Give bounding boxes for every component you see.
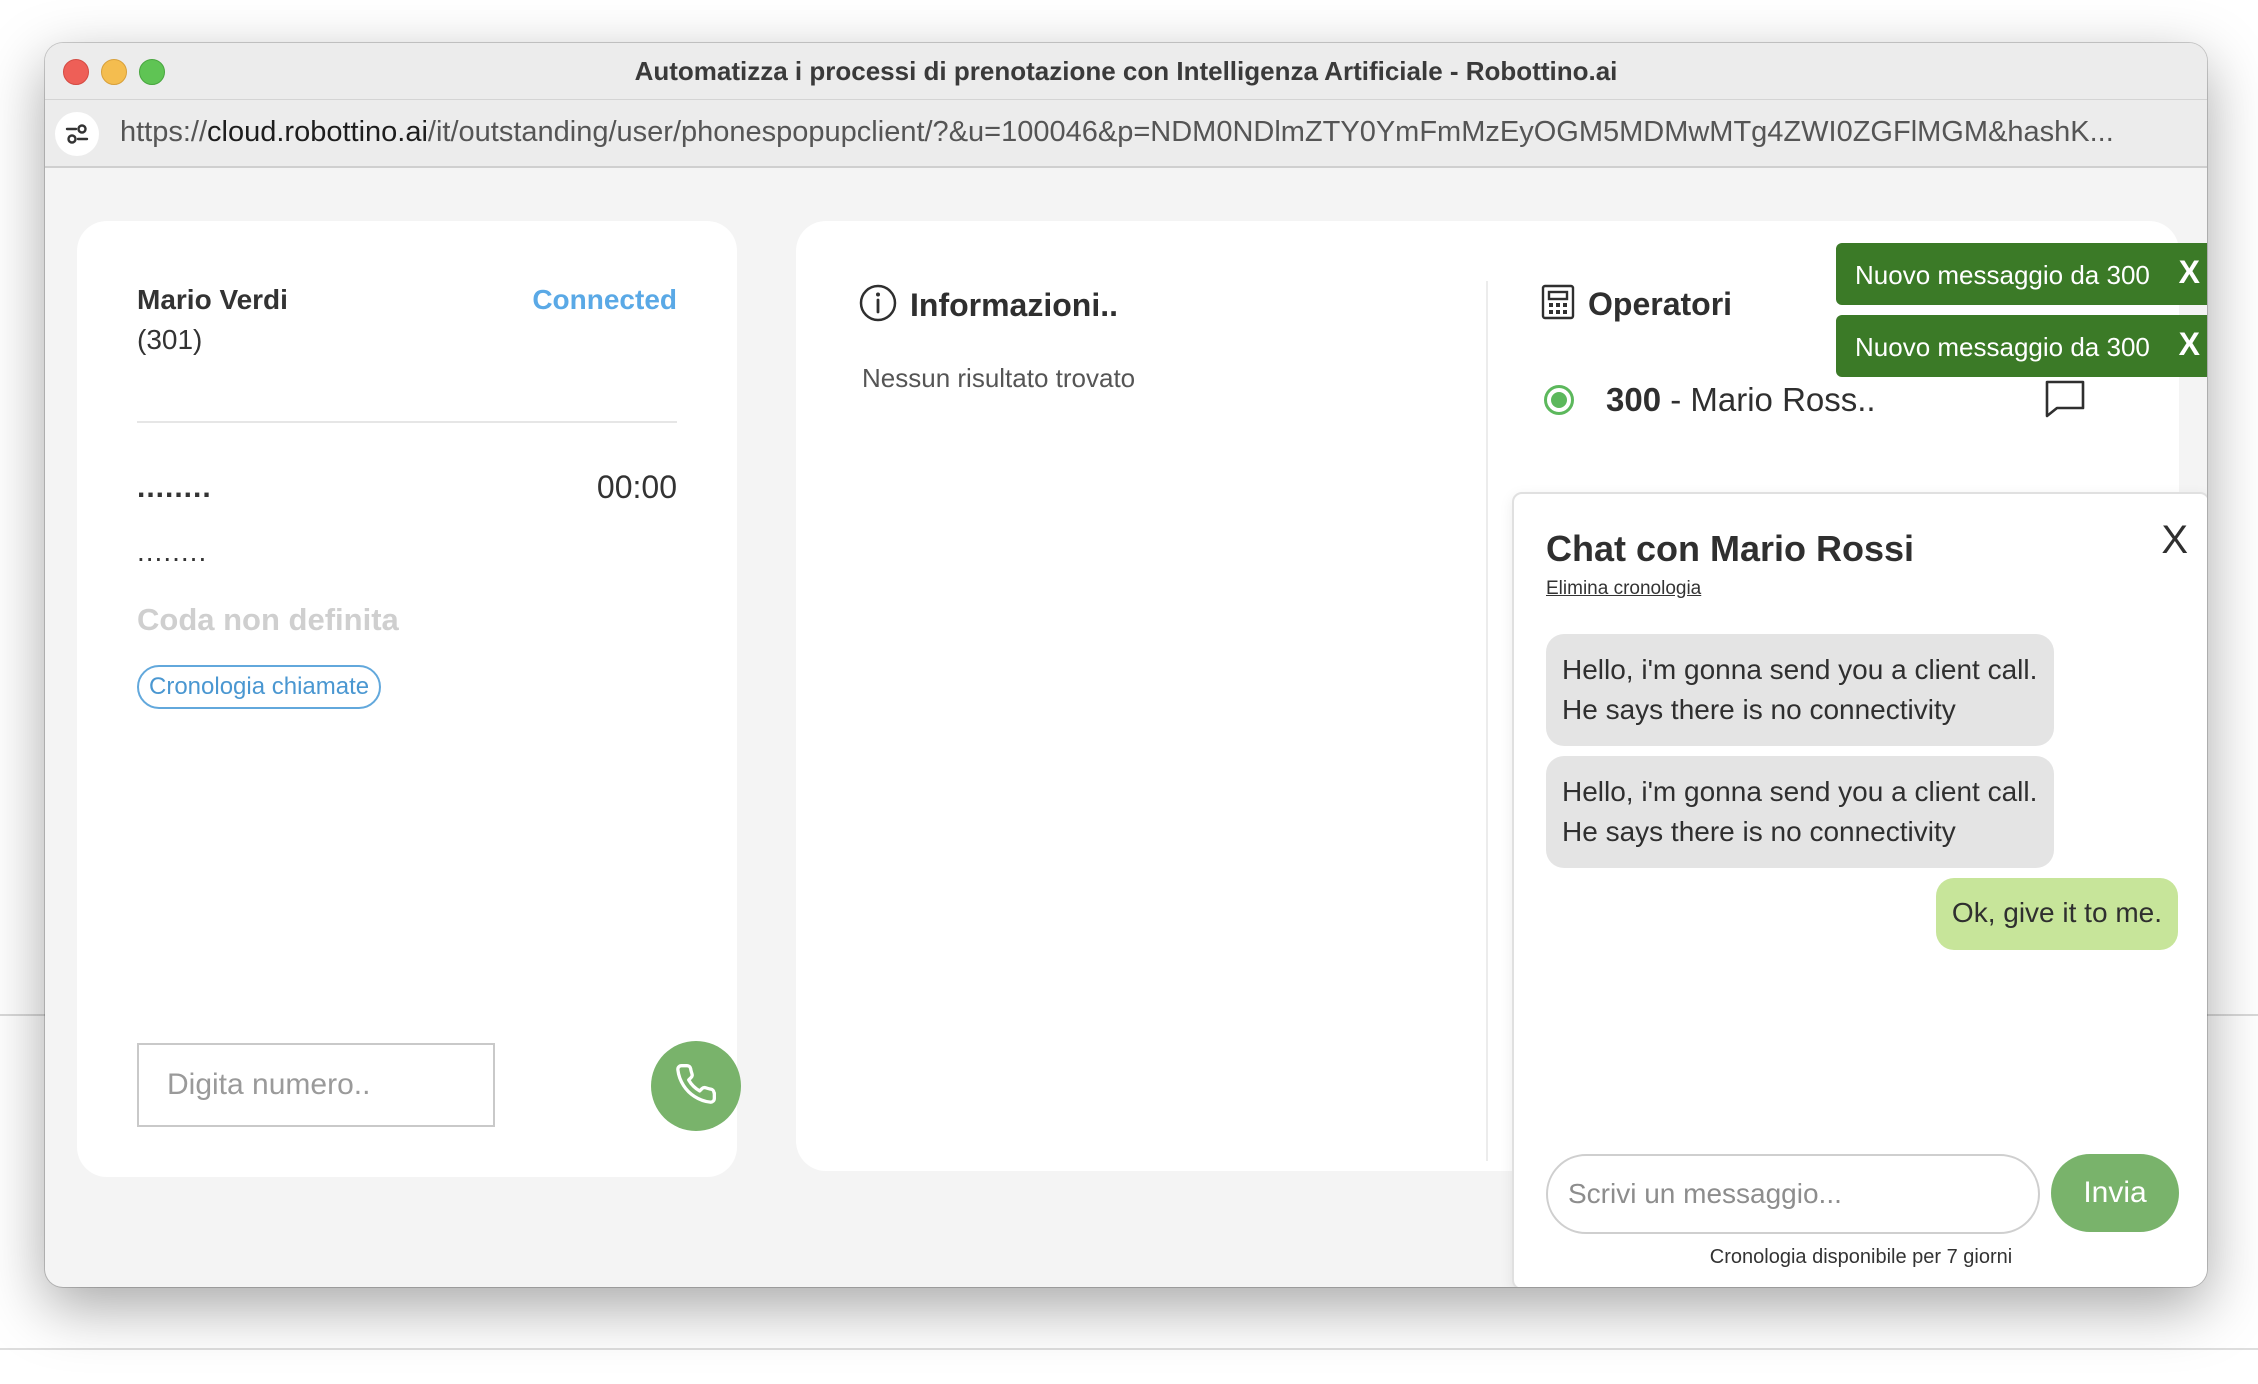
operators-header: Operatori [1540,283,1732,326]
call-history-button[interactable]: Cronologia chiamate [137,665,382,709]
info-icon [858,283,898,328]
call-button[interactable] [651,1041,741,1131]
operator-label: 300 - Mario Ross.. [1606,381,1876,419]
backdrop-line [0,1348,2258,1350]
toast-message: Nuovo messaggio da 300 [1855,332,2150,362]
caller-secondary-masked: ........ [137,536,208,567]
chat-message-input[interactable] [1546,1154,2040,1234]
window-title: Automatizza i processi di prenotazione c… [634,56,1618,86]
info-header: Informazioni.. [858,283,1118,328]
operator-item[interactable]: 300 - Mario Ross.. [1544,379,2104,429]
outgoing-message: Ok, give it to me. [1935,878,2178,950]
dial-number-input[interactable] [137,1043,495,1127]
building-icon [1540,283,1576,326]
toast-message: Nuovo messaggio da 300 [1855,260,2150,290]
new-message-toast[interactable]: Nuovo messaggio da 300 X [1836,243,2207,305]
online-status-icon [1544,385,1574,415]
chat-close-button[interactable]: X [2161,518,2188,563]
browser-window: Automatizza i processi di prenotazione c… [45,43,2207,1287]
new-message-toast[interactable]: Nuovo messaggio da 300 X [1836,315,2207,377]
url-text[interactable]: https://cloud.robottino.ai/it/outstandin… [120,116,2114,149]
site-settings-icon[interactable] [55,112,99,156]
operators-title: Operatori [1588,286,1733,322]
chat-title: Chat con Mario Rossi [1546,528,1915,569]
url-scheme: https:// [120,116,208,148]
send-button[interactable]: Invia [2051,1154,2179,1232]
history-availability-note: Cronologia disponibile per 7 giorni [1709,1246,2013,1268]
info-title: Informazioni.. [910,287,1118,323]
info-empty-message: Nessun risultato trovato [862,363,1136,393]
call-card: Mario Verdi (301) Connected ........ 00:… [77,221,741,1177]
incoming-message: Hello, i'm gonna send you a client call.… [1546,634,2054,746]
toast-close-button[interactable]: X [2179,326,2200,363]
clear-history-link[interactable]: Elimina cronologia [1546,578,1701,600]
url-host: cloud.robottino.ai [207,116,428,148]
column-divider [1486,281,1488,1161]
divider [137,421,677,423]
address-bar[interactable]: https://cloud.robottino.ai/it/outstandin… [45,100,2207,168]
operator-name: - Mario Ross.. [1670,381,1876,418]
caller-extension: (301) [137,324,203,355]
caller-name: Mario Verdi [137,284,288,315]
caller-number-masked: ........ [137,471,212,504]
toast-close-button[interactable]: X [2179,254,2200,291]
queue-label: Coda non definita [137,602,399,637]
phone-icon [674,1062,718,1111]
url-path: /it/outstanding/user/phonespopupclient/?… [427,116,2114,148]
call-timer: 00:00 [596,469,677,505]
incoming-message: Hello, i'm gonna send you a client call.… [1546,756,2054,868]
call-status: Connected [532,284,677,315]
title-bar: Automatizza i processi di prenotazione c… [45,43,2207,100]
chat-panel: Chat con Mario Rossi Elimina cronologia … [1512,492,2207,1287]
operator-number: 300 [1606,381,1662,418]
chat-bubble-icon[interactable] [2044,379,2086,424]
